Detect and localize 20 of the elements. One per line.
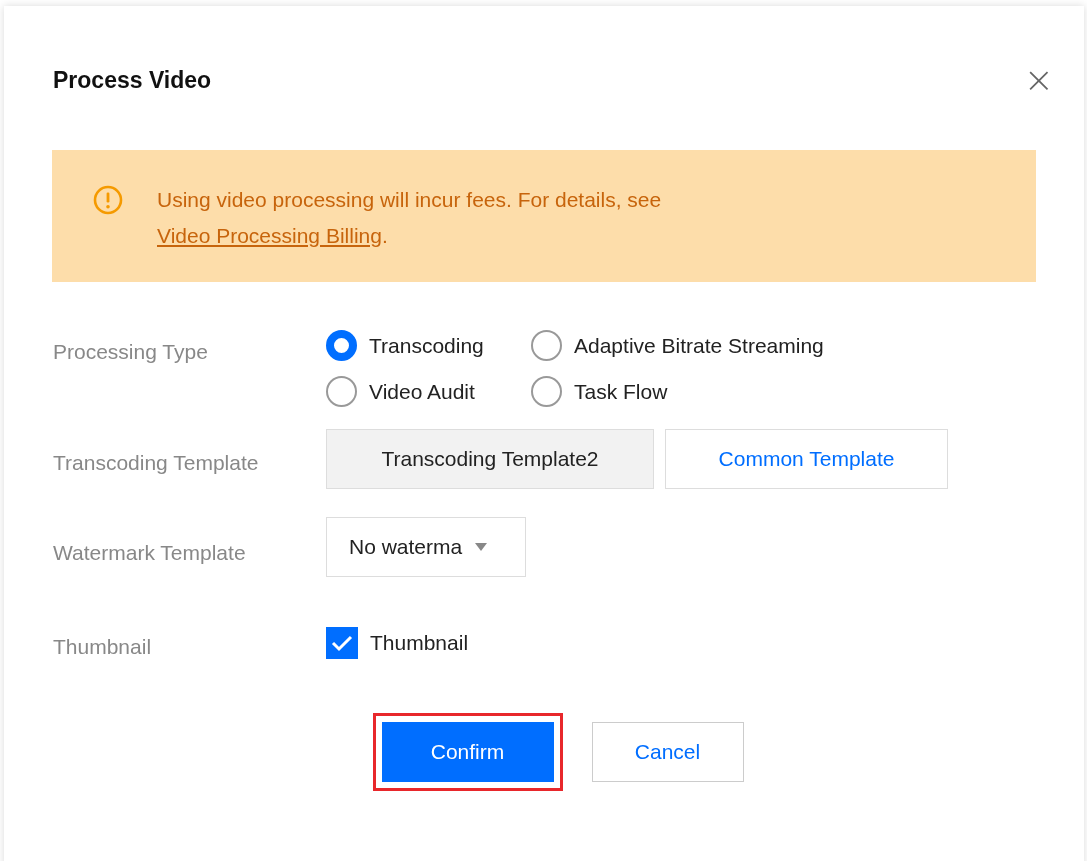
radio-option[interactable]: Adaptive Bitrate Streaming [531,330,824,362]
confirm-button[interactable]: Confirm [381,721,554,782]
checkmark-icon [331,634,353,652]
close-button[interactable]: × [1023,62,1054,98]
warning-message: Using video processing will incur fees. For details, see Video Processing Billing. [157,187,663,249]
watermark-dropdown[interactable]: No waterma [326,517,526,577]
cancel-button[interactable]: Cancel [591,721,744,782]
radio-option[interactable]: Video Audit [326,375,531,407]
common-template-button[interactable]: Common Template [665,429,948,489]
thumbnail-checkbox[interactable]: Thumbnail [326,627,469,659]
radio-option[interactable]: Transcoding [326,330,531,362]
radio-option[interactable]: Task Flow [531,375,824,407]
field-label: Transcoding Template [53,450,260,476]
field-label: Processing Type [53,339,209,365]
caret-icon [474,542,489,552]
dialog-title: Process Video [53,65,212,95]
template-button[interactable]: Transcoding Template2 [326,429,654,489]
field-label: Watermark Template [53,540,247,566]
field-label: Thumbnail [53,634,153,660]
warning-icon [92,184,124,216]
